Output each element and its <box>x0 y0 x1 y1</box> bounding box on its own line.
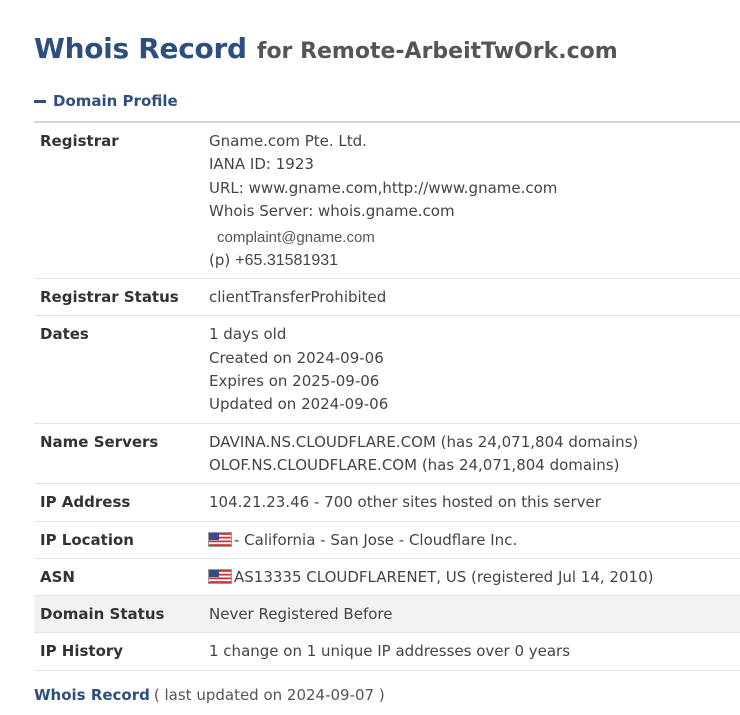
ip-history-row: IP History 1 change on 1 unique IP addre… <box>34 632 740 671</box>
dates-value: 1 days old Created on 2024-09-06 Expires… <box>203 315 740 424</box>
registrar-label: Registrar <box>34 123 203 280</box>
whois-record-footer: Whois Record( last updated on 2024-09-07… <box>34 686 385 704</box>
phone-prefix: (p) <box>209 251 231 270</box>
name-server-1: DAVINA.NS.CLOUDFLARE.COM (has 24,071,804… <box>209 432 639 451</box>
ip-address-row: IP Address 104.21.23.46 - 700 other site… <box>34 483 740 522</box>
domain-profile-label: Domain Profile <box>53 92 178 110</box>
page-title-main: Whois Record <box>34 32 247 65</box>
ip-history-label: IP History <box>34 632 203 671</box>
ip-location-row: IP Location - California - San Jose - Cl… <box>34 521 740 559</box>
us-flag-icon <box>209 569 231 583</box>
registrar-name: Gname.com Pte. Ltd. <box>209 132 367 150</box>
whois-record-link[interactable]: Whois Record <box>34 686 150 704</box>
ip-location-value: - California - San Jose - Cloudflare Inc… <box>234 530 518 549</box>
updated-date: Updated on 2024-09-06 <box>209 395 389 414</box>
registrar-value: Gname.com Pte. Ltd. IANA ID: 1923 URL: w… <box>203 123 740 280</box>
asn-row: ASN AS13335 CLOUDFLARENET, US (registere… <box>34 558 740 597</box>
domain-status-label: Domain Status <box>34 595 203 634</box>
domain-status-value: Never Registered Before <box>203 595 740 634</box>
registrar-url: URL: www.gname.com,http://www.gname.com <box>209 178 558 197</box>
name-servers-value: DAVINA.NS.CLOUDFLARE.COM (has 24,071,804… <box>203 423 740 485</box>
ip-location-cell: - California - San Jose - Cloudflare Inc… <box>203 521 740 559</box>
registrar-row: Registrar Gname.com Pte. Ltd. IANA ID: 1… <box>34 123 740 280</box>
phone-number-image: +65.31581931 <box>235 252 339 270</box>
created-date: Created on 2024-09-06 <box>209 348 384 367</box>
ip-address-value: 104.21.23.46 - 700 other sites hosted on… <box>203 483 740 522</box>
domain-age: 1 days old <box>209 325 287 344</box>
registrar-status-value: clientTransferProhibited <box>203 278 740 317</box>
registrar-iana: IANA ID: 1923 <box>209 155 314 174</box>
registrar-phone: (p) +65.31581931 <box>209 249 734 272</box>
asn-label: ASN <box>34 558 203 597</box>
domain-profile-table: Registrar Gname.com Pte. Ltd. IANA ID: 1… <box>34 123 740 671</box>
page-title: Whois Record for Remote-ArbeitTwOrk.com <box>34 28 618 66</box>
ip-location-label: IP Location <box>34 521 203 559</box>
expires-date: Expires on 2025-09-06 <box>209 372 380 391</box>
asn-cell: AS13335 CLOUDFLARENET, US (registered Ju… <box>203 558 740 597</box>
page-title-domain: for Remote-ArbeitTwOrk.com <box>256 39 618 64</box>
domain-profile-toggle[interactable]: Domain Profile <box>34 92 178 110</box>
last-updated-note: ( last updated on 2024-09-07 ) <box>153 686 385 704</box>
registrar-whois-server: Whois Server: whois.gname.com <box>209 201 455 220</box>
dates-row: Dates 1 days old Created on 2024-09-06 E… <box>34 315 740 424</box>
domain-status-row: Domain Status Never Registered Before <box>34 595 740 634</box>
us-flag-icon <box>209 532 231 546</box>
dates-label: Dates <box>34 315 203 424</box>
registrar-status-label: Registrar Status <box>34 278 203 317</box>
ip-address-label: IP Address <box>34 483 203 522</box>
name-server-2: OLOF.NS.CLOUDFLARE.COM (has 24,071,804 d… <box>209 455 620 474</box>
ip-history-value: 1 change on 1 unique IP addresses over 0… <box>203 632 740 671</box>
registrar-status-row: Registrar Status clientTransferProhibite… <box>34 278 740 317</box>
name-servers-row: Name Servers DAVINA.NS.CLOUDFLARE.COM (h… <box>34 423 740 485</box>
asn-value: AS13335 CLOUDFLARENET, US (registered Ju… <box>234 567 654 586</box>
collapse-minus-icon[interactable] <box>34 99 46 103</box>
name-servers-label: Name Servers <box>34 423 203 485</box>
registrar-email-image: complaint@gname.com <box>217 229 375 247</box>
